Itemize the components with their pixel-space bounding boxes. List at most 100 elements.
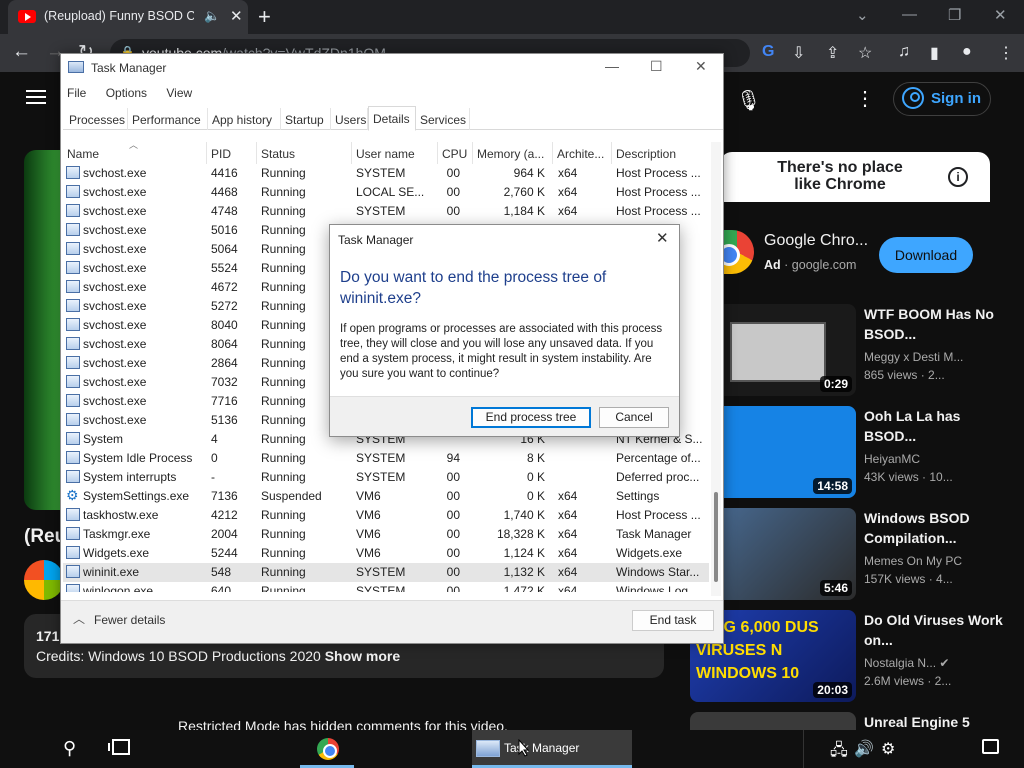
restore-icon[interactable]: ❐ bbox=[948, 6, 961, 24]
col-memory[interactable]: Memory (a... bbox=[473, 142, 553, 164]
menu-view[interactable]: View bbox=[166, 86, 192, 100]
share-icon[interactable]: ⇪ bbox=[826, 43, 839, 63]
task-view-icon[interactable] bbox=[108, 739, 130, 755]
table-row[interactable]: Widgets.exe 5244 Running VM6 00 1,124 K x64 Wid… bbox=[63, 544, 709, 563]
recommendation-item[interactable]: 5:46 Windows BSOD Compilation... Memes O… bbox=[690, 508, 1024, 604]
tm-titlebar[interactable]: Task Manager — ☐ ✕ bbox=[61, 54, 723, 82]
chevron-up-icon[interactable]: ︿ bbox=[73, 610, 85, 627]
end-process-tree-button[interactable]: End process tree bbox=[471, 407, 591, 428]
video-thumbnail[interactable] bbox=[690, 712, 856, 730]
col-status[interactable]: Status bbox=[257, 142, 352, 164]
cell-arch: x64 bbox=[558, 546, 578, 560]
cell-pid: - bbox=[211, 470, 215, 484]
volume-icon[interactable]: 🔊 bbox=[854, 739, 874, 759]
table-row[interactable]: wininit.exe 548 Running SYSTEM 00 1,132 K x64 W… bbox=[63, 563, 709, 582]
table-row[interactable]: svchost.exe 4748 Running SYSTEM 00 1,184 K x64… bbox=[63, 202, 709, 221]
info-icon[interactable]: i bbox=[948, 167, 968, 187]
close-tab-icon[interactable]: ✕ bbox=[230, 7, 243, 25]
mic-icon[interactable]: 🎙 bbox=[736, 88, 761, 113]
recommendation-item[interactable]: Unreal Engine 5 bbox=[690, 712, 1024, 730]
col-arch[interactable]: Archite... bbox=[553, 142, 612, 164]
profile-icon[interactable]: ● bbox=[962, 43, 972, 61]
dialog-heading: Do you want to end the process tree of w… bbox=[340, 269, 607, 307]
install-icon[interactable]: ⇩ bbox=[792, 43, 805, 63]
scrollbar-thumb[interactable] bbox=[714, 492, 718, 582]
tm-scrollbar[interactable] bbox=[711, 142, 721, 596]
search-icon[interactable]: ⚲ bbox=[63, 738, 76, 759]
network-icon[interactable]: 🖧 bbox=[830, 739, 848, 766]
table-row[interactable]: svchost.exe 4468 Running LOCAL SE... 00 2,760… bbox=[63, 183, 709, 202]
process-icon bbox=[66, 508, 80, 521]
col-cpu[interactable]: CPU bbox=[438, 142, 473, 164]
table-row[interactable]: taskhostw.exe 4212 Running VM6 00 1,740 K x64 H… bbox=[63, 506, 709, 525]
recommendation-item[interactable]: 14:58 Ooh La La has BSOD... HeiyanMC 43K… bbox=[690, 406, 1024, 502]
speaker-icon[interactable]: 🔈 bbox=[204, 8, 220, 24]
recommendation-item[interactable]: 0:29 WTF BOOM Has No BSOD... Meggy x Des… bbox=[690, 304, 1024, 400]
recommendation-item[interactable]: NING 6,000 DUS VIRUSES N WINDOWS 10 20:0… bbox=[690, 610, 1024, 706]
table-row[interactable]: Taskmgr.exe 2004 Running VM6 00 18,328 K x64 Ta… bbox=[63, 525, 709, 544]
table-row[interactable]: winlogon.exe 640 Running SYSTEM 00 1,472 K x64… bbox=[63, 582, 709, 592]
video-player[interactable] bbox=[24, 150, 64, 510]
tab-users[interactable]: Users bbox=[331, 108, 368, 130]
col-description[interactable]: Description bbox=[612, 142, 709, 164]
minimize-icon[interactable]: — bbox=[902, 6, 917, 23]
cell-name: System Idle Process bbox=[83, 451, 193, 465]
col-pid[interactable]: PID bbox=[207, 142, 257, 164]
tab-processes[interactable]: Processes bbox=[65, 108, 128, 130]
settings-gear-icon[interactable]: ⚙ bbox=[881, 739, 895, 759]
tab-details[interactable]: Details bbox=[368, 106, 416, 131]
settings-kebab-icon[interactable]: ⋮ bbox=[855, 86, 875, 111]
dialog-close-icon[interactable]: ✕ bbox=[656, 229, 669, 247]
cell-name: svchost.exe bbox=[83, 261, 147, 275]
ad-title[interactable]: Google Chro... bbox=[764, 232, 868, 250]
menu-options[interactable]: Options bbox=[106, 86, 147, 100]
cancel-button[interactable]: Cancel bbox=[599, 407, 669, 428]
cell-name: Taskmgr.exe bbox=[83, 527, 151, 541]
tab-startup[interactable]: Startup bbox=[281, 108, 331, 130]
taskbar-task-manager-button[interactable]: Task Manager bbox=[472, 730, 632, 768]
ad-banner[interactable]: There's no place like Chrome i bbox=[720, 152, 990, 202]
table-row[interactable]: ⚙ SystemSettings.exe 7136 Suspended VM6 00 0 K… bbox=[63, 487, 709, 506]
show-more-link[interactable]: Show more bbox=[325, 648, 400, 664]
download-button[interactable]: Download bbox=[879, 237, 973, 273]
cell-pid: 4672 bbox=[211, 280, 238, 294]
col-name[interactable]: Name ︿ bbox=[63, 142, 207, 164]
fewer-details-link[interactable]: Fewer details bbox=[94, 613, 165, 627]
bookmark-star-icon[interactable]: ☆ bbox=[858, 43, 872, 63]
col-user[interactable]: User name bbox=[352, 142, 438, 164]
browser-tab[interactable]: (Reupload) Funny BSOD Com 🔈 ✕ bbox=[8, 0, 248, 34]
sign-in-button[interactable]: Sign in bbox=[893, 82, 991, 116]
account-icon bbox=[902, 87, 924, 109]
table-row[interactable]: System interrupts - Running SYSTEM 00 0 K Defe… bbox=[63, 468, 709, 487]
cell-memory: 1,740 K bbox=[503, 508, 545, 522]
new-tab-icon[interactable]: + bbox=[258, 4, 271, 30]
tab-search-icon[interactable]: ⌄ bbox=[856, 6, 869, 24]
media-control-icon[interactable]: ♫ bbox=[898, 43, 910, 61]
cell-memory: 1,472 K bbox=[503, 584, 545, 592]
channel-avatar[interactable] bbox=[24, 560, 64, 600]
table-row[interactable]: svchost.exe 4416 Running SYSTEM 00 964 K x64 Ho… bbox=[63, 164, 709, 183]
tab-app-history[interactable]: App history bbox=[208, 108, 281, 130]
dialog-title: Task Manager bbox=[338, 233, 414, 247]
google-lens-icon[interactable]: G bbox=[762, 43, 774, 61]
process-icon bbox=[66, 375, 80, 388]
taskbar-chrome-button[interactable] bbox=[300, 730, 354, 768]
tm-minimize-icon[interactable]: — bbox=[605, 58, 619, 74]
side-panel-icon[interactable]: ▮ bbox=[930, 43, 939, 63]
ad-card[interactable]: There's no place like Chrome i Google Chr… bbox=[718, 152, 990, 292]
rec-title: WTF BOOM Has No BSOD... bbox=[864, 306, 994, 342]
tm-close-icon[interactable]: ✕ bbox=[695, 58, 707, 75]
cell-cpu: 00 bbox=[446, 185, 460, 199]
end-task-button[interactable]: End task bbox=[632, 610, 714, 631]
tab-performance[interactable]: Performance bbox=[128, 108, 208, 130]
cell-name: SystemSettings.exe bbox=[83, 489, 190, 503]
back-icon[interactable]: ← bbox=[12, 41, 31, 63]
hamburger-menu-icon[interactable] bbox=[26, 90, 46, 104]
tm-maximize-icon[interactable]: ☐ bbox=[650, 58, 663, 75]
table-row[interactable]: System Idle Process 0 Running SYSTEM 94 8 K Pe… bbox=[63, 449, 709, 468]
menu-file[interactable]: File bbox=[67, 86, 86, 100]
tab-services[interactable]: Services bbox=[416, 108, 470, 130]
notification-icon[interactable] bbox=[982, 739, 999, 754]
close-window-icon[interactable]: ✕ bbox=[994, 6, 1007, 24]
chrome-menu-icon[interactable]: ⋮ bbox=[998, 43, 1014, 63]
